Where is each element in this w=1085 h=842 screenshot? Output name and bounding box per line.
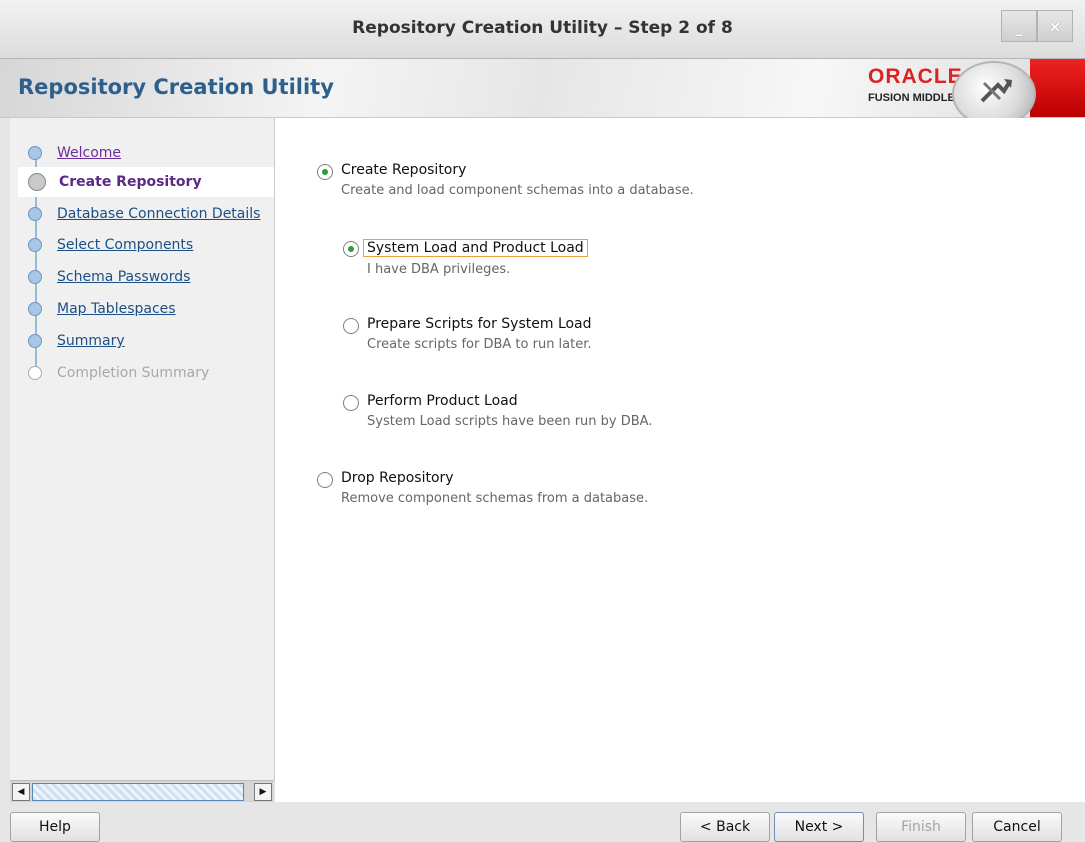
- nav-step-label: Completion Summary: [57, 365, 210, 381]
- finish-button: Finish: [876, 812, 966, 842]
- nav-step-create-repository[interactable]: Create Repository: [18, 167, 274, 197]
- header-red-accent: [1030, 59, 1085, 117]
- cancel-button[interactable]: Cancel: [972, 812, 1062, 842]
- step-dot-icon: [28, 238, 42, 252]
- step-dot-icon: [28, 366, 42, 380]
- oracle-logo-text: ORACLE: [868, 65, 963, 88]
- step-dot-icon: [28, 270, 42, 284]
- nav-step-label: Schema Passwords: [57, 269, 191, 285]
- help-button[interactable]: Help: [10, 812, 100, 842]
- prepare-scripts-label: Prepare Scripts for System Load: [367, 316, 592, 332]
- nav-step-label: Map Tablespaces: [57, 301, 176, 317]
- system-product-load-label: System Load and Product Load: [363, 239, 588, 257]
- window-title: Repository Creation Utility – Step 2 of …: [352, 18, 733, 38]
- nav-step-label: Select Components: [57, 237, 194, 253]
- nav-step-welcome[interactable]: Welcome: [28, 138, 280, 168]
- scroll-left-icon[interactable]: ◀: [12, 783, 30, 801]
- create-repository-radio[interactable]: [317, 164, 333, 180]
- step-dot-icon: [28, 302, 42, 316]
- drop-repository-desc: Remove component schemas from a database…: [341, 491, 649, 506]
- close-icon: ×: [1048, 16, 1062, 36]
- nav-step-map-tablespaces[interactable]: Map Tablespaces: [28, 294, 280, 324]
- nav-step-schema-passwords[interactable]: Schema Passwords: [28, 262, 280, 292]
- step-dot-icon: [28, 334, 42, 348]
- prepare-scripts-radio[interactable]: [343, 318, 359, 334]
- back-button[interactable]: < Back: [680, 812, 770, 842]
- prepare-scripts-desc: Create scripts for DBA to run later.: [367, 337, 592, 352]
- step-dot-icon: [28, 207, 42, 221]
- nav-step-label: Summary: [57, 333, 125, 349]
- nav-step-label: Database Connection Details: [57, 206, 261, 222]
- create-repository-label: Create Repository: [341, 162, 467, 178]
- current-step-icon: [28, 173, 46, 191]
- system-product-load-desc: I have DBA privileges.: [367, 262, 511, 277]
- minimize-icon: _: [1015, 16, 1023, 36]
- nav-step-summary[interactable]: Summary: [28, 326, 280, 356]
- system-product-load-radio[interactable]: [343, 241, 359, 257]
- prepare-scripts-option[interactable]: Prepare Scripts for System Load Create s…: [343, 316, 592, 352]
- fusion-middleware-text: FUSION MIDDLEWARE: [868, 92, 988, 104]
- wizard-steps-nav: Welcome Create Repository Database Conne…: [10, 118, 275, 780]
- wizard-footer: Help < Back Next > Finish Cancel: [0, 802, 1085, 842]
- step-dot-icon: [28, 146, 42, 160]
- scroll-right-icon[interactable]: ▶: [254, 783, 272, 801]
- perform-product-load-radio[interactable]: [343, 395, 359, 411]
- nav-step-label: Create Repository: [59, 174, 202, 190]
- next-button[interactable]: Next >: [774, 812, 864, 842]
- nav-horizontal-scrollbar[interactable]: ◀ ▶: [10, 780, 274, 803]
- scrollbar-thumb[interactable]: [32, 783, 244, 801]
- perform-product-load-option[interactable]: Perform Product Load System Load scripts…: [343, 393, 652, 429]
- drop-repository-radio[interactable]: [317, 472, 333, 488]
- drop-repository-label: Drop Repository: [341, 470, 454, 486]
- perform-product-load-desc: System Load scripts have been run by DBA…: [367, 414, 653, 429]
- minimize-button[interactable]: _: [1001, 10, 1037, 42]
- nav-step-label: Welcome: [57, 145, 122, 161]
- create-repository-option[interactable]: Create Repository Create and load compon…: [317, 162, 694, 198]
- create-repository-desc: Create and load component schemas into a…: [341, 183, 694, 198]
- close-button[interactable]: ×: [1037, 10, 1073, 42]
- app-header: Repository Creation Utility ORACLE FUSIO…: [0, 59, 1085, 127]
- main-content-panel: Create Repository Create and load compon…: [275, 118, 1085, 802]
- nav-step-select-components[interactable]: Select Components: [28, 230, 280, 260]
- window-controls: _ ×: [1001, 10, 1073, 42]
- drop-repository-option[interactable]: Drop Repository Remove component schemas…: [317, 470, 648, 506]
- oracle-logo: ORACLE FUSION MIDDLEWARE: [868, 65, 988, 104]
- app-title: Repository Creation Utility: [18, 75, 334, 99]
- perform-product-load-label: Perform Product Load: [367, 393, 518, 409]
- system-product-load-option[interactable]: System Load and Product Load I have DBA …: [343, 239, 588, 277]
- nav-step-database-connection[interactable]: Database Connection Details: [28, 199, 280, 229]
- window-title-bar: Repository Creation Utility – Step 2 of …: [0, 0, 1085, 59]
- nav-step-completion-summary: Completion Summary: [28, 358, 280, 388]
